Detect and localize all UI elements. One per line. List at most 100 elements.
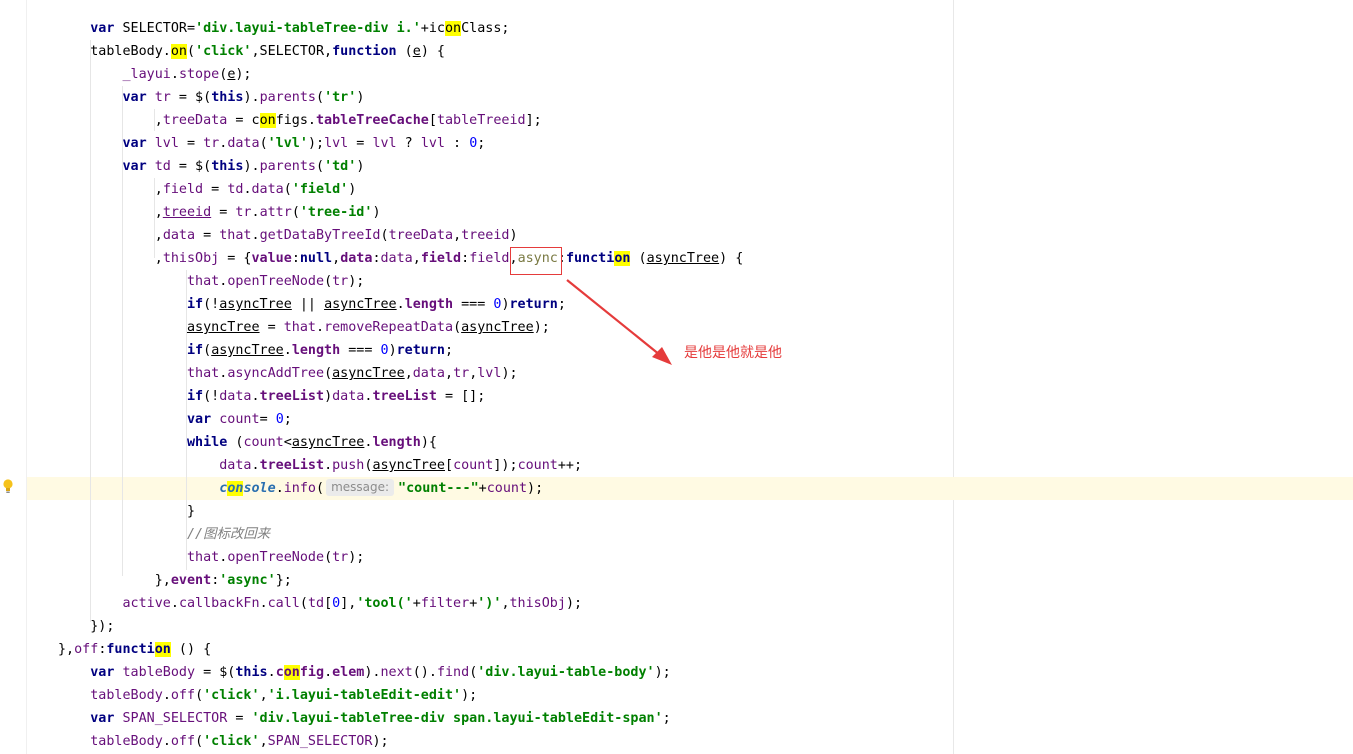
code-line: //图标改回来 xyxy=(58,523,270,546)
code-token: e xyxy=(412,44,421,59)
code-token: . xyxy=(267,665,276,680)
code-token: lvl xyxy=(477,366,502,381)
code-token: . xyxy=(162,734,171,749)
lightbulb-icon[interactable] xyxy=(2,478,14,496)
code-token: ) xyxy=(372,205,381,220)
code-token: , xyxy=(332,251,341,266)
code-token: + xyxy=(412,596,421,611)
code-token: 'div.layui-table-body' xyxy=(477,665,655,680)
code-token: data xyxy=(380,251,413,266)
code-token: = xyxy=(259,412,276,427)
code-token: treeList xyxy=(259,389,325,404)
code-token: length xyxy=(404,297,454,312)
code-token: = $( xyxy=(170,159,212,174)
code-token: . xyxy=(170,596,179,611)
code-token: data xyxy=(219,389,252,404)
code-token: ( xyxy=(316,159,325,174)
code-token: lvl xyxy=(420,136,445,151)
code-line: var lvl = tr.data('lvl');lvl = lvl ? lvl… xyxy=(58,132,486,155)
code-token: count xyxy=(243,435,284,450)
code-token: ( xyxy=(316,90,325,105)
code-token: , xyxy=(58,251,163,266)
code-token: var xyxy=(90,21,115,36)
code-token: } xyxy=(58,504,196,519)
code-line: asyncTree = that.removeRepeatData(asyncT… xyxy=(58,316,550,339)
code-token: length xyxy=(291,343,341,358)
code-token: asyncTree xyxy=(332,366,405,381)
code-token: : xyxy=(372,251,381,266)
code-token: on xyxy=(170,44,187,59)
code-token: asyncTree xyxy=(291,435,365,450)
code-token: ; xyxy=(445,343,454,358)
code-token: tr xyxy=(332,274,349,289)
code-token: }, xyxy=(58,642,75,657)
code-token: ); xyxy=(235,67,252,82)
code-token: , xyxy=(445,366,454,381)
code-token: 0 xyxy=(380,343,389,358)
code-token: active xyxy=(122,596,171,611)
code-token: ( xyxy=(283,182,292,197)
code-token: ); xyxy=(501,366,518,381)
code-token: ]); xyxy=(493,458,518,473)
code-token: null xyxy=(299,251,333,266)
code-token: ); xyxy=(372,734,389,749)
code-token: length xyxy=(372,435,421,450)
code-token: data xyxy=(251,182,284,197)
code-token: count xyxy=(453,458,494,473)
code-token: on xyxy=(444,21,462,36)
code-token: on xyxy=(283,665,300,680)
code-token: : xyxy=(445,136,470,151)
code-line: ,field = td.data('field') xyxy=(58,178,357,201)
code-token: , xyxy=(58,113,163,128)
code-token: SPAN_SELECTOR xyxy=(267,734,373,749)
code-token: ( xyxy=(453,320,462,335)
code-line: var SELECTOR='div.layui-tableTree-div i.… xyxy=(58,17,509,40)
code-token: . xyxy=(316,320,325,335)
code-token: , xyxy=(501,596,510,611)
code-line: tableBody.off('click',SPAN_SELECTOR); xyxy=(58,730,389,753)
code-line: console.info(message: "count---"+count); xyxy=(58,477,543,500)
code-token: filter xyxy=(420,596,470,611)
code-token: lvl xyxy=(324,136,349,151)
code-token: asyncTree xyxy=(211,343,284,358)
code-token: ( xyxy=(324,274,333,289)
code-token: elem xyxy=(332,665,365,680)
code-token: td xyxy=(307,596,325,611)
code-token: field xyxy=(420,251,462,266)
code-token: ). xyxy=(243,159,260,174)
code-token: . xyxy=(283,343,292,358)
code-token: tableBody xyxy=(90,688,163,703)
code-token: ( xyxy=(227,435,244,450)
code-token: ( xyxy=(324,550,333,565)
code-token: tr xyxy=(154,90,171,105)
code-token: tableBody. xyxy=(58,44,171,59)
parameter-hint: message: xyxy=(326,479,395,496)
code-token: ( xyxy=(203,343,212,358)
code-token: 'tr' xyxy=(324,90,357,105)
code-token: 'tree-id' xyxy=(299,205,373,220)
code-token: 'tool(' xyxy=(356,596,413,611)
code-token: ) xyxy=(509,228,518,243)
code-token: asyncTree xyxy=(461,320,534,335)
code-token: tableTreeid xyxy=(436,113,526,128)
code-line: tableBody.off('click','i.layui-tableEdit… xyxy=(58,684,477,707)
code-line: } xyxy=(58,500,195,523)
code-token: while xyxy=(187,435,228,450)
code-token: data xyxy=(340,251,373,266)
code-token: () { xyxy=(170,642,212,657)
code-token: tableBody xyxy=(122,665,196,680)
code-token: ); xyxy=(654,665,671,680)
code-token: 'div.layui-tableTree-div i.' xyxy=(195,21,421,36)
code-token: = xyxy=(259,320,284,335)
code-token: td xyxy=(154,159,171,174)
code-token: tr xyxy=(235,205,252,220)
